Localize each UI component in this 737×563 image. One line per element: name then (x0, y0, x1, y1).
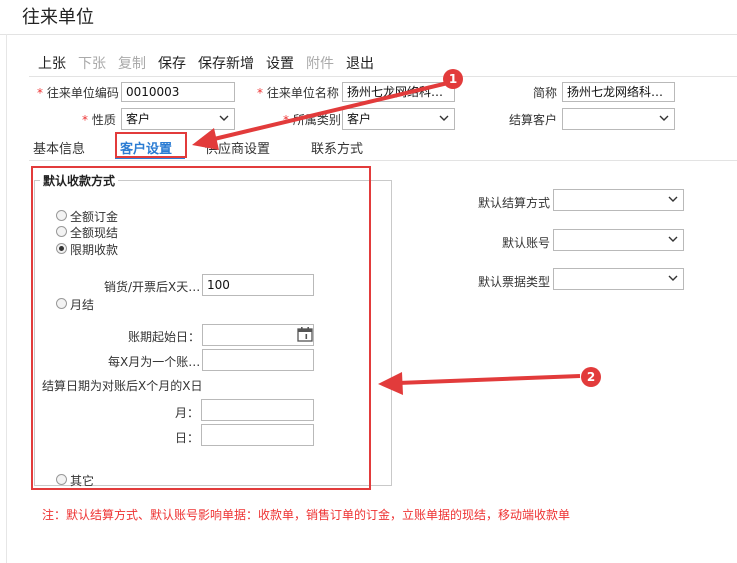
arrow-1 (192, 80, 453, 150)
footer-note: 注：默认结算方式、默认账号影响单据：收款单，销售订单的订金，立账单据的现结，移动… (42, 508, 571, 522)
annotation-badge-2: 2 (581, 367, 601, 387)
annotation-badge-1: 1 (443, 69, 463, 89)
annotation-arrows (192, 80, 581, 395)
arrow-2 (378, 372, 581, 395)
